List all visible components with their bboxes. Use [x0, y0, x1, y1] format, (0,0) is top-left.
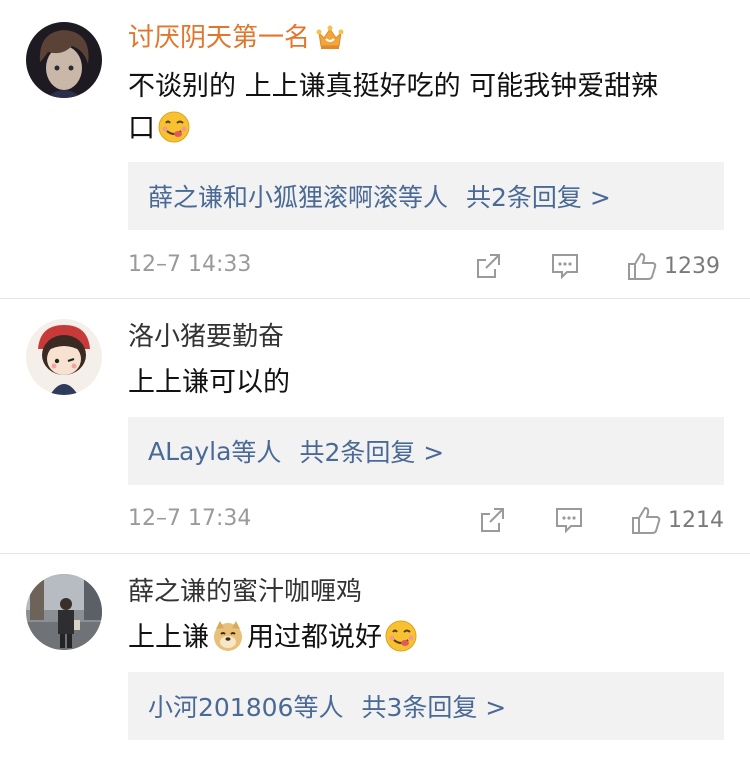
username-text[interactable]: 讨厌阴天第一名	[128, 22, 310, 54]
reply-suffix: 等人	[398, 183, 449, 212]
avatar[interactable]	[26, 574, 102, 650]
reply-summary[interactable]: 小河201806 等人 共3条回复 >	[128, 672, 724, 740]
reply-summary[interactable]: ALayla 等人 共2条回复 >	[128, 417, 724, 485]
comment-icon	[556, 508, 582, 534]
reply-count-link[interactable]: 共3条回复 >	[361, 688, 506, 724]
username[interactable]: 洛小猪要勤奋	[128, 321, 284, 353]
timestamp: 12–7 14:33	[128, 252, 252, 277]
timestamp: 12–7 17:34	[128, 506, 252, 531]
reply-suffix: 等人	[231, 438, 282, 467]
share-button[interactable]	[478, 502, 508, 538]
comment-button[interactable]	[554, 502, 584, 538]
reply-summary[interactable]: 薛之谦和小狐狸滚啊滚 等人 共2条回复 >	[128, 162, 724, 230]
share-icon	[477, 254, 500, 278]
yum-emoji-icon	[384, 619, 418, 653]
comment-content: 不谈别的 上上谦真挺好吃的 可能我钟爱甜辣 口	[128, 66, 728, 150]
avatar-street-photo-image	[26, 574, 102, 650]
reply-users[interactable]: 薛之谦和小狐狸滚啊滚	[148, 178, 398, 214]
username[interactable]: 薛之谦的蜜汁咖喱鸡	[128, 576, 362, 608]
comment-content: 上上谦可以的	[128, 362, 728, 404]
reply-suffix: 等人	[293, 693, 344, 722]
reply-users[interactable]: 小河201806	[148, 688, 293, 724]
avatar[interactable]	[26, 319, 102, 395]
like-button[interactable]: 1214	[630, 502, 724, 538]
comment-text-line: 口	[128, 108, 728, 150]
comment-text-line: 不谈别的 上上谦真挺好吃的 可能我钟爱甜辣	[128, 71, 659, 102]
like-icon	[628, 252, 657, 280]
like-count: 1239	[664, 253, 720, 279]
reply-count-link[interactable]: 共2条回复 >	[299, 433, 444, 469]
comment-item: 讨厌阴天第一名 不谈别的 上上谦真挺好吃的 可能我钟爱甜辣 口 薛之谦和小狐狸滚…	[0, 0, 750, 298]
comment-item: 薛之谦的蜜汁咖喱鸡 上上谦 用过都说好 小河201806 等人 共3条回复 >	[0, 554, 750, 763]
share-icon	[481, 508, 504, 532]
comment-content: 上上谦 用过都说好	[128, 617, 728, 659]
avatar-girl-image	[26, 319, 102, 395]
avatar[interactable]	[26, 22, 102, 98]
comment-text-line: 上上谦可以的	[128, 367, 290, 398]
like-icon	[632, 506, 661, 534]
reply-users[interactable]: ALayla	[148, 437, 231, 466]
comment-icon	[552, 254, 578, 280]
yum-emoji-icon	[157, 110, 191, 144]
username-text[interactable]: 薛之谦的蜜汁咖喱鸡	[128, 576, 362, 608]
username-text[interactable]: 洛小猪要勤奋	[128, 321, 284, 353]
comment-text-line: 上上谦 用过都说好	[128, 617, 728, 659]
comment-text: 用过都说好	[247, 622, 382, 653]
comment-text: 上上谦	[128, 622, 209, 653]
share-button[interactable]	[474, 248, 504, 284]
reply-count-link[interactable]: 共2条回复 >	[466, 178, 611, 214]
doge-emoji-icon	[211, 619, 245, 653]
like-button[interactable]: 1239	[626, 248, 720, 284]
like-count: 1214	[668, 507, 724, 533]
comment-meta: 12–7 14:33 1239	[128, 248, 724, 284]
crown-icon	[316, 25, 344, 51]
comment-text: 口	[128, 113, 155, 144]
comment-item: 洛小猪要勤奋 上上谦可以的 ALayla 等人 共2条回复 > 12–7 17:…	[0, 299, 750, 553]
avatar-boy-image	[26, 22, 102, 98]
username[interactable]: 讨厌阴天第一名	[128, 22, 344, 54]
comment-button[interactable]	[550, 248, 580, 284]
comment-meta: 12–7 17:34 1214	[128, 502, 724, 538]
